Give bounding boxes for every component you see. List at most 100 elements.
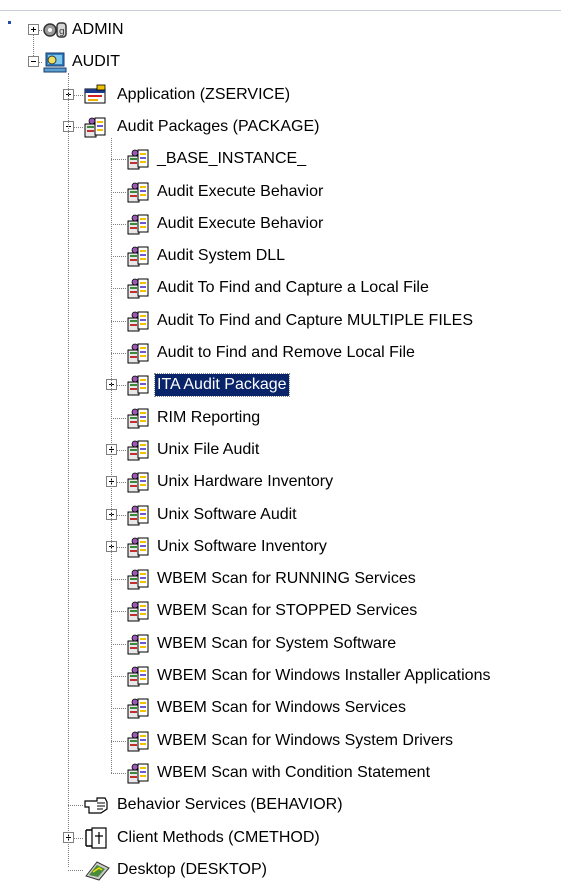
tree-connector <box>111 288 126 290</box>
tree-node-label[interactable]: Audit to Find and Remove Local File <box>155 342 417 364</box>
tree-node-package[interactable]: ITA Audit Package <box>0 369 561 401</box>
tree-node-audit-packages[interactable]: Audit Packages (PACKAGE) <box>0 111 561 143</box>
tree-node-package[interactable]: _BASE_INSTANCE_ <box>0 143 561 175</box>
tree-node-behavior-services[interactable]: Behavior Services (BEHAVIOR) <box>0 789 561 821</box>
tree-connector <box>111 256 126 258</box>
tree-node-label[interactable]: Unix File Audit <box>155 439 261 461</box>
collapse-minus-icon[interactable] <box>28 56 39 68</box>
tree-node-client-methods[interactable]: Client Methods (CMETHOD) <box>0 822 561 854</box>
tree-connector <box>111 708 126 710</box>
package-icon <box>126 567 150 591</box>
tree-connector <box>111 320 126 322</box>
tree-connector <box>117 546 126 548</box>
tree-node-label[interactable]: WBEM Scan for Windows System Drivers <box>155 730 455 752</box>
package-icon <box>126 147 150 171</box>
package-icon <box>126 535 150 559</box>
package-icon <box>126 244 150 268</box>
tree-node-package[interactable]: WBEM Scan for System Software <box>0 628 561 660</box>
tree-node-package[interactable]: Audit System DLL <box>0 240 561 272</box>
tree-connector <box>111 223 126 225</box>
tree-node-application[interactable]: Application (ZSERVICE) <box>0 79 561 111</box>
tree-node-label[interactable]: Unix Software Inventory <box>155 536 329 558</box>
package-icon <box>126 696 150 720</box>
tree-node-label[interactable]: Audit Execute Behavior <box>155 213 325 235</box>
tree-node-package[interactable]: WBEM Scan for Windows System Drivers <box>0 725 561 757</box>
tree-guide-line <box>33 35 34 57</box>
tree-node-package[interactable]: Audit to Find and Remove Local File <box>0 337 561 369</box>
tree-node-label[interactable]: WBEM Scan for STOPPED Services <box>155 600 419 622</box>
tree-view[interactable]: g ADMIN AUDIT Application (ZSERVICE) Audit P… <box>0 0 561 881</box>
tree-connector <box>111 353 126 354</box>
tree-node-package[interactable]: Audit Execute Behavior <box>0 176 561 208</box>
package-icon <box>126 761 150 785</box>
tree-node-package[interactable]: Audit To Find and Capture MULTIPLE FILES <box>0 305 561 337</box>
tree-connector <box>74 126 83 128</box>
tree-node-label[interactable]: Application (ZSERVICE) <box>115 84 292 106</box>
tree-node-label[interactable]: Audit System DLL <box>155 245 287 267</box>
tree-node-admin[interactable]: g ADMIN <box>0 14 561 46</box>
tree-node-package[interactable]: WBEM Scan for STOPPED Services <box>0 595 561 627</box>
tree-connector <box>111 772 126 774</box>
audit-computer-icon <box>42 50 67 74</box>
tree-node-label[interactable]: Audit To Find and Capture a Local File <box>155 277 431 299</box>
package-icon <box>126 503 150 527</box>
package-icon <box>126 632 150 656</box>
tree-guide-line <box>111 137 112 773</box>
tree-node-label[interactable]: _BASE_INSTANCE_ <box>155 148 308 170</box>
tree-node-label[interactable]: Client Methods (CMETHOD) <box>115 827 322 849</box>
package-icon <box>126 470 150 494</box>
tree-connector <box>111 611 126 613</box>
tree-node-desktop[interactable]: Desktop (DESKTOP) <box>0 854 561 886</box>
tree-node-label[interactable]: Audit Packages (PACKAGE) <box>115 116 321 138</box>
tree-node-package[interactable]: Unix File Audit <box>0 434 561 466</box>
tree-node-label[interactable]: WBEM Scan for RUNNING Services <box>155 568 418 590</box>
tree-node-package[interactable]: RIM Reporting <box>0 402 561 434</box>
tree-connector <box>68 805 83 807</box>
admin-gears-icon: g <box>42 18 67 42</box>
package-icon <box>126 729 150 753</box>
tree-connector <box>74 837 83 839</box>
tree-node-label[interactable]: WBEM Scan for System Software <box>155 633 398 655</box>
tree-node-label[interactable]: WBEM Scan with Condition Statement <box>155 762 432 784</box>
desktop-icon <box>83 858 110 882</box>
package-icon <box>83 115 107 139</box>
tree-node-package[interactable]: Unix Software Inventory <box>0 531 561 563</box>
tree-node-label[interactable]: ADMIN <box>70 19 126 41</box>
tree-node-label[interactable]: Unix Software Audit <box>155 504 299 526</box>
tree-node-label[interactable]: WBEM Scan for Windows Installer Applicat… <box>155 665 492 687</box>
tree-connector <box>111 579 126 581</box>
package-icon <box>126 438 150 462</box>
tree-connector <box>111 191 126 193</box>
tree-node-label[interactable]: Audit To Find and Capture MULTIPLE FILES <box>155 310 475 332</box>
behavior-hand-icon <box>83 793 108 817</box>
tree-node-label[interactable]: ITA Audit Package <box>154 373 290 398</box>
client-methods-icon <box>83 826 107 850</box>
tree-node-package[interactable]: Audit Execute Behavior <box>0 208 561 240</box>
package-icon <box>126 309 150 333</box>
package-icon <box>126 341 150 365</box>
expand-plus-icon[interactable] <box>28 24 39 35</box>
svg-text:g: g <box>59 27 65 37</box>
package-icon <box>126 664 150 688</box>
tree-node-audit[interactable]: AUDIT <box>0 46 561 78</box>
tree-node-label[interactable]: RIM Reporting <box>155 407 262 429</box>
tree-node-label[interactable]: AUDIT <box>70 51 122 73</box>
tree-node-label[interactable]: Desktop (DESKTOP) <box>115 859 269 881</box>
tree-node-package[interactable]: Unix Hardware Inventory <box>0 466 561 498</box>
tree-node-package[interactable]: WBEM Scan for Windows Services <box>0 692 561 724</box>
tree-node-label[interactable]: Behavior Services (BEHAVIOR) <box>115 794 345 816</box>
tree-node-label[interactable]: Audit Execute Behavior <box>155 181 325 203</box>
tree-node-label[interactable]: WBEM Scan for Windows Services <box>155 697 408 719</box>
tree-node-package[interactable]: WBEM Scan for Windows Installer Applicat… <box>0 660 561 692</box>
tree-node-package[interactable]: WBEM Scan with Condition Statement <box>0 757 561 789</box>
tree-node-package[interactable]: Audit To Find and Capture a Local File <box>0 272 561 304</box>
tree-node-package[interactable]: WBEM Scan for RUNNING Services <box>0 563 561 595</box>
tree-connector <box>111 159 126 161</box>
tree-guide-line <box>68 73 69 867</box>
tree-connector <box>68 869 83 871</box>
tree-connector <box>117 482 126 484</box>
package-icon <box>126 599 150 623</box>
tree-node-label[interactable]: Unix Hardware Inventory <box>155 471 335 493</box>
tree-node-package[interactable]: Unix Software Audit <box>0 499 561 531</box>
tree-connector <box>111 643 126 645</box>
